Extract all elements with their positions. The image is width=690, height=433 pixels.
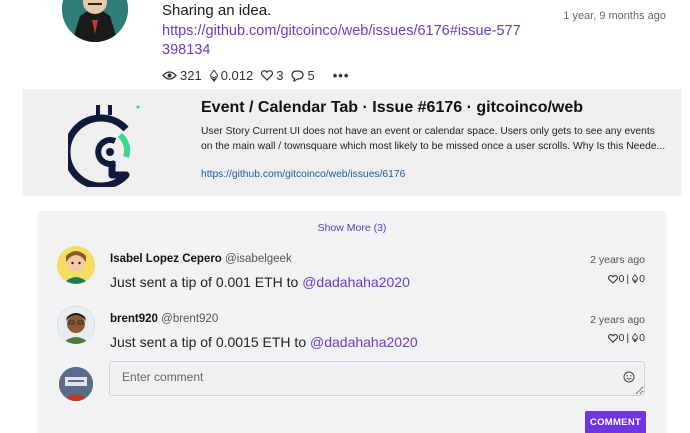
comment-author[interactable]: Isabel Lopez Cepero @isabelgeek [110,253,292,265]
comment-tip-count: 0 [639,332,645,344]
ethereum-icon[interactable] [632,333,639,343]
comment-tip-count: 0 [639,273,645,285]
comment-text: Just sent a tip of 0.001 ETH to [110,274,303,290]
comment-timestamp: 2 years ago [590,254,645,266]
post-text: Sharing an idea. [162,2,272,19]
comment-reactions: 0 | 0 [607,332,645,344]
views-count: 321 [180,68,202,83]
preview-title: Event / Calendar Tab · Issue #6176 · git… [201,99,584,116]
ethereum-icon[interactable] [632,274,639,284]
comment-timestamp: 2 years ago [590,314,645,326]
preview-url[interactable]: https://github.com/gitcoinco/web/issues/… [201,169,405,180]
comment-like-count: 0 [618,332,625,344]
commenter-avatar[interactable] [57,306,95,344]
eye-icon [162,71,177,80]
comment-author-name: brent920 [110,313,158,325]
likes-stat[interactable]: 3 [261,68,283,83]
emoji-picker-icon[interactable] [623,371,635,383]
comment-mention[interactable]: @dadahaha2020 [302,274,410,290]
comment-mention[interactable]: @dadahaha2020 [310,334,418,350]
heart-icon[interactable] [607,274,618,284]
preview-description: User Story Current UI does not have an e… [201,126,666,152]
reaction-separator: | [626,332,630,344]
commenter-avatar[interactable] [57,246,95,284]
comments-panel: Show More (3) Isabel Lopez Cepero @isabe… [37,211,667,433]
comment-author-name: Isabel Lopez Cepero [110,253,222,265]
post-stats: 321 0.012 3 5 ••• [162,68,349,83]
reaction-separator: | [626,273,630,285]
eth-tip-amount: 0.012 [220,68,254,83]
eth-tip-stat[interactable]: 0.012 [209,68,254,83]
comment-author-handle: @isabelgeek [225,253,292,265]
show-more-button[interactable]: Show More (3) [37,222,667,234]
post-link[interactable]: https://github.com/gitcoinco/web/issues/… [162,22,522,60]
comment-like-count: 0 [618,273,625,285]
comment-author[interactable]: brent920 @brent920 [110,313,218,325]
comment-reactions: 0 | 0 [607,273,645,285]
page: Sharing an idea. 1 year, 9 months ago ht… [0,0,690,433]
gitcoin-logo [68,105,140,187]
comment-input[interactable] [109,361,645,396]
views-stat: 321 [162,68,202,83]
heart-icon [261,70,274,81]
comment-bubble-icon [291,69,305,82]
post-timestamp[interactable]: 1 year, 9 months ago [563,10,666,22]
comment-text: Just sent a tip of 0.0015 ETH to [110,334,310,350]
comments-stat[interactable]: 5 [291,68,315,83]
comment-body: Just sent a tip of 0.0015 ETH to @dadaha… [110,334,418,350]
likes-count: 3 [276,68,284,83]
comment-submit-button[interactable]: COMMENT [585,411,646,433]
ethereum-icon [209,69,218,82]
comment-author-handle: @brent920 [161,313,219,325]
post-author-avatar[interactable] [62,0,128,42]
more-options-icon[interactable]: ••• [333,68,350,83]
link-preview-card[interactable]: Event / Calendar Tab · Issue #6176 · git… [23,89,681,196]
comment-body: Just sent a tip of 0.001 ETH to @dadahah… [110,274,410,290]
current-user-avatar[interactable] [59,367,93,401]
heart-icon[interactable] [607,333,618,343]
comments-count: 5 [307,68,315,83]
